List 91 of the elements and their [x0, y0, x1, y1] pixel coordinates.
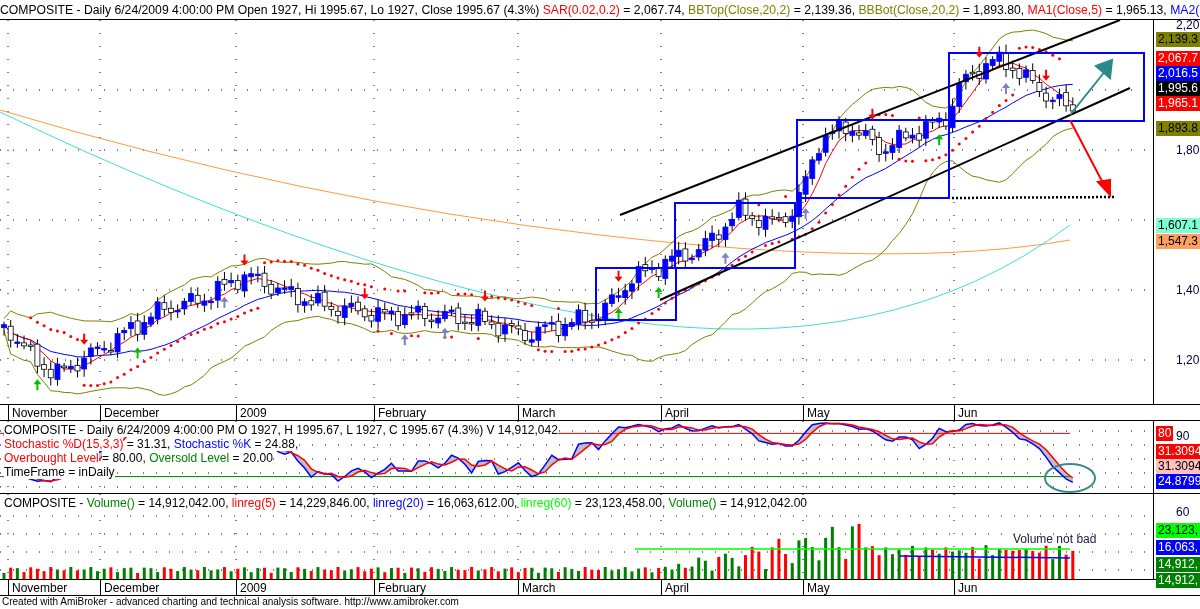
- value-tag: 2,067.7: [1156, 51, 1200, 66]
- value-tag: 1,547.3: [1156, 234, 1200, 249]
- buy-arrow-icon: [133, 347, 142, 359]
- arrow-icon: [1069, 58, 1114, 116]
- legend-text: = 24.88,: [254, 437, 299, 451]
- legend-text: BBTop(Close,20,2): [688, 3, 791, 17]
- axis-label: 60: [1176, 505, 1190, 519]
- buy-arrow-icon: [801, 208, 810, 219]
- legend-text: Overbought Level: [4, 451, 99, 465]
- value-tag: 16,063,: [1156, 540, 1200, 555]
- value-tag: 1,965.1: [1156, 96, 1200, 111]
- month-label: November: [8, 580, 68, 596]
- month-label: May: [803, 580, 830, 596]
- chart-annotation: Volume not bad: [1013, 531, 1097, 548]
- sell-arrow-icon: [80, 333, 89, 345]
- legend-text: SAR(0.02,0.2): [542, 3, 620, 17]
- legend-text: = 2,067.74,: [623, 3, 685, 17]
- buy-arrow-icon: [654, 287, 663, 299]
- sell-arrow-icon: [480, 290, 489, 302]
- month-label: May: [803, 405, 830, 421]
- value-tag: 80: [1156, 426, 1174, 441]
- value-tag: 1,995.6: [1156, 81, 1200, 96]
- legend-text: = 14,912,042.00: [719, 496, 808, 510]
- legend-text: MA2(: [1170, 3, 1200, 17]
- legend-text: = 20.00: [232, 451, 273, 465]
- axis-label: 1,80: [1176, 143, 1200, 157]
- legend-text: = 2,139.36,: [793, 3, 856, 17]
- legend-text: linreg(60): [520, 496, 572, 510]
- month-label: December: [100, 580, 160, 596]
- legend-text: = 23,123,458.00,: [574, 496, 666, 510]
- month-label: 2009: [236, 405, 267, 421]
- legend-text: TimeFrame = inDaily: [4, 465, 115, 479]
- month-label: February: [374, 580, 427, 596]
- month-label: Jun: [954, 405, 978, 421]
- legend-text: = 14,912,042.00,: [138, 496, 229, 510]
- month-label: April: [661, 580, 689, 596]
- legend-text: COMPOSITE -: [4, 496, 84, 510]
- month-label: March: [518, 580, 556, 596]
- legend-text: = 31.31,: [126, 437, 171, 451]
- month-label: 2009: [236, 580, 267, 596]
- legend-text: linreg(5): [231, 496, 276, 510]
- sell-arrow-icon: [1042, 69, 1051, 81]
- legend-text: Volume(): [668, 496, 717, 510]
- value-tag: 23,123,: [1156, 523, 1200, 538]
- sell-arrow-icon: [614, 270, 623, 282]
- legend-text: Oversold Level: [149, 451, 230, 465]
- legend-text: COMPOSITE - Daily 6/24/2009 4:00:00 PM Open 1927, Hi 1995.67, Lo 1927, Close 1995.67 (4.3%): [0, 3, 540, 17]
- sell-arrow-icon: [360, 288, 369, 300]
- sell-arrow-icon: [868, 108, 877, 120]
- legend-text: = 1,893.80,: [962, 3, 1025, 17]
- buy-arrow-icon: [400, 334, 409, 346]
- legend-text: MA1(Close,5): [1027, 3, 1102, 17]
- legend-text: = 16,063,612.00,: [427, 496, 518, 510]
- month-label: December: [100, 405, 160, 421]
- sell-arrow-icon: [240, 254, 249, 266]
- buy-arrow-icon: [220, 296, 229, 308]
- buy-arrow-icon: [33, 379, 42, 391]
- axis-label: 1,40: [1176, 283, 1200, 297]
- buy-arrow-icon: [721, 252, 730, 264]
- legend-text: = 80.00,: [102, 451, 146, 465]
- legend-text: BBBot(Close,20,2): [858, 3, 960, 17]
- legend-text: Stochastic %K: [173, 437, 252, 451]
- value-tag: 24.8799: [1156, 474, 1200, 489]
- value-tag: 14,912,: [1156, 573, 1200, 588]
- axis-label: 1,20: [1176, 353, 1200, 367]
- value-tag: 1,893.8: [1156, 121, 1200, 136]
- legend-text: COMPOSITE - Daily 6/24/2009 4:00:00 PM O 1927, H 1995.67, L 1927, C 1995.67 (4.3%) V 14,912,042: [4, 423, 558, 437]
- month-label: November: [8, 405, 68, 421]
- value-tag: 1,607.1: [1156, 218, 1200, 233]
- buy-arrow-icon: [440, 327, 449, 339]
- value-tag: 2,016.5: [1156, 66, 1200, 81]
- buy-arrow-icon: [614, 307, 623, 319]
- circle-annotation: [1044, 463, 1096, 493]
- legend-text: = 14,229,846.00,: [279, 496, 370, 510]
- month-label: March: [518, 405, 556, 421]
- buy-arrow-icon: [935, 134, 944, 146]
- value-tag: 2,139.3: [1156, 32, 1200, 47]
- legend-text: linreg(20): [372, 496, 424, 510]
- axis-label: 2,20: [1176, 18, 1200, 32]
- sell-arrow-icon: [975, 46, 984, 58]
- month-label: April: [661, 405, 689, 421]
- axis-label: 90: [1176, 429, 1190, 443]
- arrow-icon: [1069, 119, 1111, 198]
- buy-arrow-icon: [1002, 83, 1010, 95]
- month-label: February: [374, 405, 427, 421]
- month-label: Jun: [954, 580, 978, 596]
- legend-text: = 1,965.13,: [1105, 3, 1167, 17]
- footer-credit: Created with AmiBroker - advanced charting and technical analysis software. http://www.amibroker.com: [1, 596, 460, 608]
- legend-text: Stochastic %D(15,3,3): [4, 437, 124, 451]
- legend-text: Volume(): [86, 496, 135, 510]
- value-tag: 14,912,: [1156, 557, 1200, 572]
